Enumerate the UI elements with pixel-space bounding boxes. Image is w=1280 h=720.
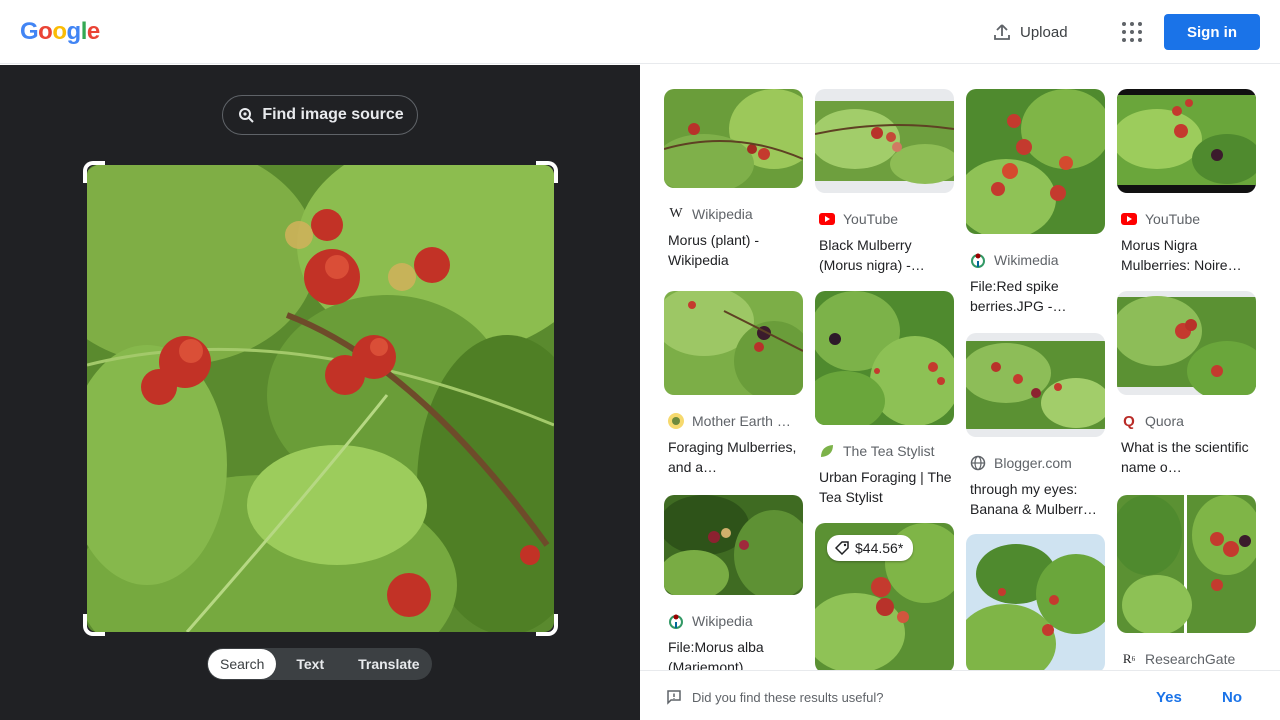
feedback-no-button[interactable]: No [1222,689,1242,706]
researchgate-icon: R6 [1122,651,1136,666]
wikimedia-icon [668,613,684,629]
result-source-name: ResearchGate [1145,651,1236,667]
result-title: File:Morus alba (Mariemont)… [668,639,764,670]
result-source: Blogger.com [966,455,1105,471]
find-image-source-button[interactable]: Find image source [222,95,418,135]
logo-letter: g [66,18,82,45]
google-logo[interactable]: Google [20,18,100,46]
result-thumbnail [664,89,803,188]
result-source-name: Quora [1145,413,1184,429]
tab-text[interactable]: Text [276,649,338,679]
leaf-icon [819,443,835,459]
result-source: Wikipedia [664,613,803,629]
upload-button[interactable]: Upload [992,20,1068,44]
youtube-icon [1121,211,1137,227]
feedback-question-text: Did you find these results useful? [692,689,884,705]
result-thumbnail [664,291,803,395]
result-source: The Tea Stylist [815,443,954,459]
result-card[interactable]: The Tea Stylist Urban Foraging | The Tea… [815,291,954,507]
crop-handle-top-right[interactable] [536,161,558,183]
crop-handle-bottom-left[interactable] [83,614,105,636]
result-card[interactable] [966,534,1105,670]
wikimedia-icon [970,252,986,268]
result-thumbnail [664,495,803,595]
result-title: Urban Foraging | The Tea Stylist [819,469,952,505]
result-title: Morus Nigra Mulberries: Noire… [1121,237,1242,273]
result-source-name: The Tea Stylist [843,443,935,459]
result-source: R6 ResearchGate [1117,651,1256,667]
lens-mode-switcher: Search Text Translate [207,648,432,680]
result-source-name: Wikipedia [692,206,753,222]
result-card[interactable]: $44.56* [815,523,954,670]
result-source: Mother Earth … [664,413,803,429]
result-source-name: Blogger.com [994,455,1072,471]
result-title: Foraging Mulberries, and a… [668,439,797,475]
price-label: $44.56* [855,540,904,556]
price-badge: $44.56* [827,535,914,561]
globe-icon [970,455,986,471]
crop-handle-bottom-right[interactable] [536,614,558,636]
result-source-name: YouTube [843,211,899,227]
upload-label: Upload [1020,23,1068,41]
sign-in-button[interactable]: Sign in [1164,14,1260,50]
result-card[interactable]: R6 ResearchGate [1117,495,1256,667]
quora-icon: Q [1123,413,1135,429]
crop-handle-top-left[interactable] [83,161,105,183]
result-thumbnail [1117,291,1256,395]
feedback-question: Did you find these results useful? [666,689,884,705]
result-thumbnail [966,534,1105,670]
result-thumbnail [815,89,954,193]
crop-region[interactable] [83,161,558,636]
logo-letter: G [20,18,39,45]
result-source: W Wikipedia [664,206,803,222]
result-source-name: Mother Earth … [692,413,791,429]
query-image [87,165,554,632]
feedback-yes-button[interactable]: Yes [1156,689,1182,706]
result-title: What is the scientific name o… [1121,439,1249,475]
result-card[interactable]: Wikipedia File:Morus alba (Mariemont)… [664,495,803,670]
apps-grid-icon[interactable] [1120,20,1144,44]
result-title: Black Mulberry (Morus nigra) -… [819,237,925,273]
result-title: through my eyes: Banana & Mulberr… [970,481,1097,517]
wikipedia-icon: W [669,206,683,221]
result-title: File:Red spike berries.JPG -… [970,278,1067,314]
result-source: Wikimedia [966,252,1105,268]
logo-letter: e [86,18,100,45]
result-thumbnail [1117,89,1256,193]
lens-search-icon [239,108,255,123]
result-card[interactable]: YouTube Black Mulberry (Morus nigra) -… [815,89,954,275]
result-source-name: Wikipedia [692,613,753,629]
youtube-icon [819,211,835,227]
result-source-name: YouTube [1145,211,1201,227]
result-source: Q Quora [1117,413,1256,429]
tab-search[interactable]: Search [208,649,277,679]
visual-matches-grid: W Wikipedia Morus (plant) - Wikipedia Mo… [640,65,1280,670]
result-thumbnail [815,291,954,425]
result-thumbnail [1117,495,1256,633]
lens-panel: Find image source Search Text Translate [0,65,640,720]
result-thumbnail [966,333,1105,437]
result-card[interactable]: W Wikipedia Morus (plant) - Wikipedia [664,89,803,270]
tab-translate[interactable]: Translate [338,649,431,679]
feedback-bar: Did you find these results useful? Yes N… [640,670,1280,720]
result-card[interactable]: Mother Earth … Foraging Mulberries, and … [664,291,803,477]
tag-icon [835,541,849,555]
logo-letter: o [38,18,53,45]
top-bar: Google Upload Sign in [0,0,1280,64]
find-image-source-label: Find image source [262,106,404,123]
result-card[interactable]: Blogger.com through my eyes: Banana & Mu… [966,333,1105,519]
result-thumbnail [966,89,1105,234]
result-title: Morus (plant) - Wikipedia [668,232,760,268]
feedback-icon [667,690,681,705]
mother-earth-icon [668,413,684,429]
result-source-name: Wikimedia [994,252,1059,268]
result-card[interactable]: Q Quora What is the scientific name o… [1117,291,1256,477]
result-thumbnail: $44.56* [815,523,954,670]
logo-letter: o [52,18,67,45]
result-card[interactable]: Wikimedia File:Red spike berries.JPG -… [966,89,1105,316]
upload-icon [994,24,1010,40]
result-source: YouTube [1117,211,1256,227]
result-source: YouTube [815,211,954,227]
result-card[interactable]: YouTube Morus Nigra Mulberries: Noire… [1117,89,1256,275]
